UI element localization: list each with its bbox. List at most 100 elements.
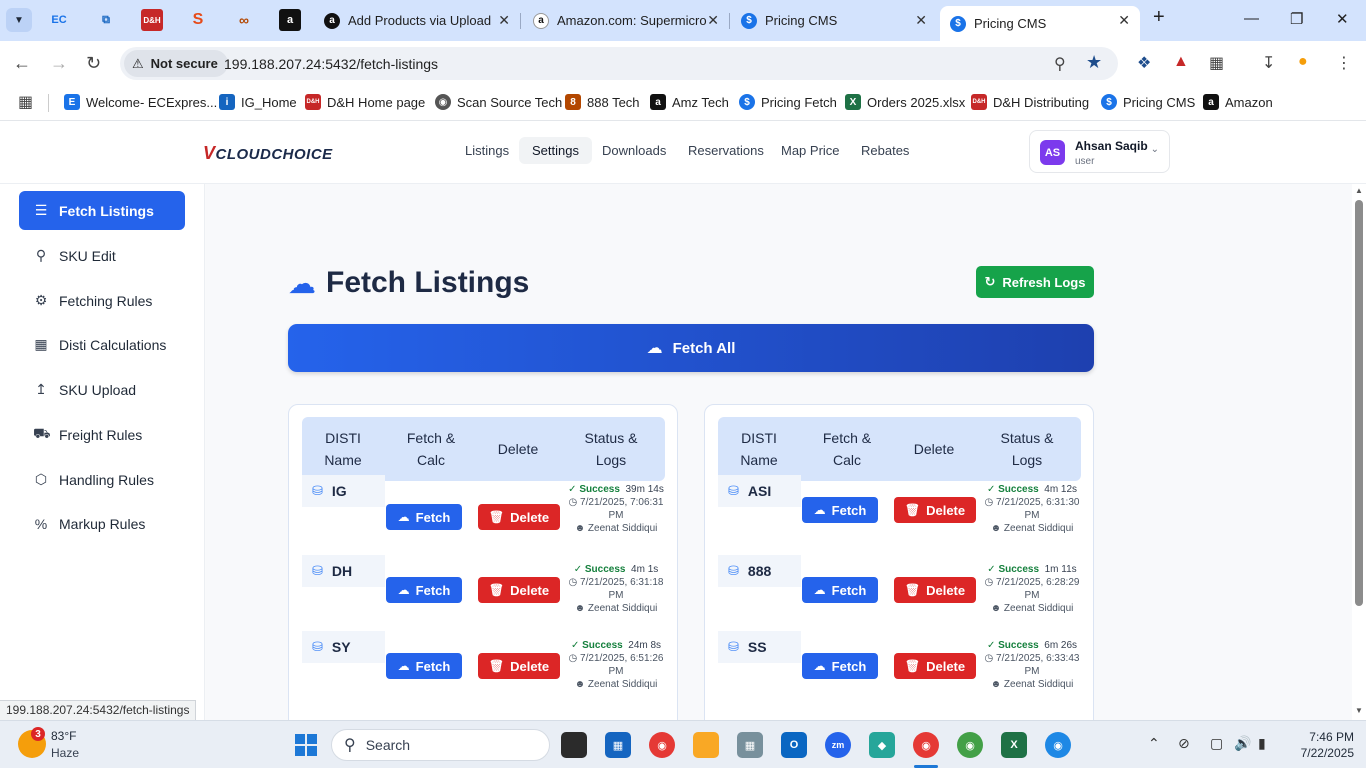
delete-button[interactable]: 🗑 Delete [894,497,976,523]
pinned-tab-ig[interactable]: ⧉ [95,9,117,31]
chrome-profile-3-icon[interactable]: ◉ [1045,732,1071,758]
display-icon[interactable]: ▢ [1210,735,1223,752]
tab-amazon-supermicro[interactable]: a Amazon.com: Supermicro ✕ [523,6,729,35]
close-icon[interactable]: ✕ [915,12,927,29]
chrome-profile-icon[interactable]: ◉ [913,732,939,758]
calculator-app-icon[interactable]: ▦ [737,732,763,758]
new-tab-plus-icon[interactable]: + [1153,6,1165,29]
brand-logo[interactable]: VCLOUDCHOICE [203,143,333,164]
system-clock[interactable]: 7:46 PM 7/22/2025 [1290,729,1354,761]
tab-add-products[interactable]: a Add Products via Upload ✕ [314,6,520,35]
bookmark-ig-home[interactable]: i IG_Home [219,92,297,112]
delete-button[interactable]: 🗑 Delete [478,504,560,530]
speaker-icon[interactable]: 🔊 [1234,735,1251,752]
fetch-button[interactable]: ☁ Fetch [386,577,462,603]
microsoft-store-icon[interactable]: ▦ [605,732,631,758]
close-icon[interactable]: ✕ [1118,12,1130,29]
sidebar-item-handling-rules[interactable]: ⬡ Handling Rules [19,460,185,499]
nav-map-price[interactable]: Map Price [781,143,840,158]
pinned-tab-scansource[interactable]: S [187,9,209,31]
bookmark-888-tech[interactable]: 8 888 Tech [565,92,640,112]
network-off-icon[interactable]: ⊘ [1178,735,1190,752]
back-arrow-icon[interactable]: ← [13,53,31,74]
pdf-extension-icon[interactable]: ▲ [1173,53,1189,71]
scrollbar-thumb[interactable] [1355,200,1363,606]
forward-arrow-icon[interactable]: → [50,53,68,74]
tab-pricing-cms-active[interactable]: $ Pricing CMS ✕ [940,6,1140,41]
bookmark-pricing-cms[interactable]: $ Pricing CMS [1101,92,1195,112]
nav-reservations[interactable]: Reservations [688,143,764,158]
app-diamond-icon[interactable]: ◆ [869,732,895,758]
sidebar-item-markup-rules[interactable]: % Markup Rules [19,504,185,543]
minimize-icon[interactable]: — [1244,10,1259,27]
delete-button[interactable]: 🗑 Delete [478,653,560,679]
temperature[interactable]: 83°F [51,729,76,743]
bookmark-pricing-fetch[interactable]: $ Pricing Fetch [739,92,837,112]
fetch-button[interactable]: ☁ Fetch [802,653,878,679]
nav-settings[interactable]: Settings [519,137,592,164]
chevron-up-icon[interactable]: ⌃ [1148,735,1160,752]
tab-pricing-cms[interactable]: $ Pricing CMS ✕ [731,6,937,35]
download-icon[interactable]: ↧ [1262,53,1275,73]
pinned-tab-ec[interactable]: EC [48,9,70,31]
tab-search-button[interactable]: ▼ [6,8,32,32]
security-chip[interactable]: ⚠ Not secure [124,50,228,77]
taskbar-search-input[interactable]: ⚲ Search [331,729,550,761]
profile-icon[interactable]: ● [1298,53,1308,71]
nav-listings[interactable]: Listings [465,143,509,158]
nav-downloads[interactable]: Downloads [602,143,666,158]
file-explorer-icon[interactable] [693,732,719,758]
kebab-menu-icon[interactable]: ⋮ [1336,53,1352,73]
task-view-icon[interactable] [561,732,587,758]
sidebar-item-fetch-listings[interactable]: ☰ Fetch Listings [19,191,185,230]
zoom-search-icon[interactable]: ⚲ [1054,54,1066,74]
bookmark-amz-tech[interactable]: a Amz Tech [650,92,729,112]
close-icon[interactable]: ✕ [707,12,719,29]
check-circle-icon: ✓ [986,484,996,495]
bookmark-amazon[interactable]: a Amazon [1203,92,1273,112]
fetch-button[interactable]: ☁ Fetch [386,653,462,679]
extensions-puzzle-icon[interactable]: ▦ [1209,53,1224,73]
nav-rebates[interactable]: Rebates [861,143,909,158]
reload-icon[interactable]: ↻ [86,53,101,74]
apps-grid-icon[interactable]: ▦ [18,92,33,112]
fetch-button[interactable]: ☁ Fetch [802,497,878,523]
delete-button[interactable]: 🗑 Delete [478,577,560,603]
bookmark-ecexpress[interactable]: E Welcome- ECExpres... [64,92,217,112]
bookmark-orders-xlsx[interactable]: X Orders 2025.xlsx [845,92,965,112]
chrome-profile-2-icon[interactable]: ◉ [957,732,983,758]
chrome-icon[interactable]: ◉ [649,732,675,758]
address-bar[interactable]: ⚠ Not secure 199.188.207.24:5432/fetch-l… [120,47,1118,80]
fetch-button[interactable]: ☁ Fetch [386,504,462,530]
restore-icon[interactable]: ❐ [1290,10,1303,28]
extension-icon[interactable]: ❖ [1137,53,1151,73]
pinned-tab-amazon[interactable]: a [279,9,301,31]
sidebar-item-disti-calculations[interactable]: ▦ Disti Calculations [19,325,185,364]
delete-button[interactable]: 🗑 Delete [894,653,976,679]
bookmark-dh-home[interactable]: D&H D&H Home page [305,92,425,112]
sidebar-item-sku-upload[interactable]: ↥ SKU Upload [19,370,185,409]
bookmark-dh-distributing[interactable]: D&H D&H Distributing [971,92,1089,112]
bookmark-star-icon[interactable]: ★ [1086,52,1102,73]
weather-condition[interactable]: Haze [51,746,79,760]
sidebar-item-sku-edit[interactable]: ⚲ SKU Edit [19,236,185,275]
sidebar-item-fetching-rules[interactable]: ⚙ Fetching Rules [19,281,185,320]
bookmark-scansource[interactable]: ◉ Scan Source Tech [435,92,562,112]
url-text[interactable]: 199.188.207.24:5432/fetch-listings [224,56,438,72]
close-window-icon[interactable]: ✕ [1336,10,1349,28]
vertical-scrollbar[interactable]: ▲ ▼ [1352,184,1366,720]
refresh-logs-button[interactable]: ↻ Refresh Logs [976,266,1094,298]
delete-button[interactable]: 🗑 Delete [894,577,976,603]
pinned-tab-888[interactable]: ∞ [233,9,255,31]
zoom-app-icon[interactable]: zm [825,732,851,758]
fetch-button[interactable]: ☁ Fetch [802,577,878,603]
excel-icon[interactable]: X [1001,732,1027,758]
fetch-all-button[interactable]: ☁ Fetch All [288,324,1094,372]
outlook-icon[interactable]: O [781,732,807,758]
user-menu[interactable]: AS Ahsan Saqib user ⌄ [1029,130,1170,173]
pinned-tab-dh[interactable]: D&H [141,9,163,31]
close-icon[interactable]: ✕ [498,12,510,29]
sidebar-item-freight-rules[interactable]: ⛟ Freight Rules [19,415,185,454]
battery-icon[interactable]: ▮ [1258,735,1266,752]
windows-start-icon[interactable] [295,734,317,756]
